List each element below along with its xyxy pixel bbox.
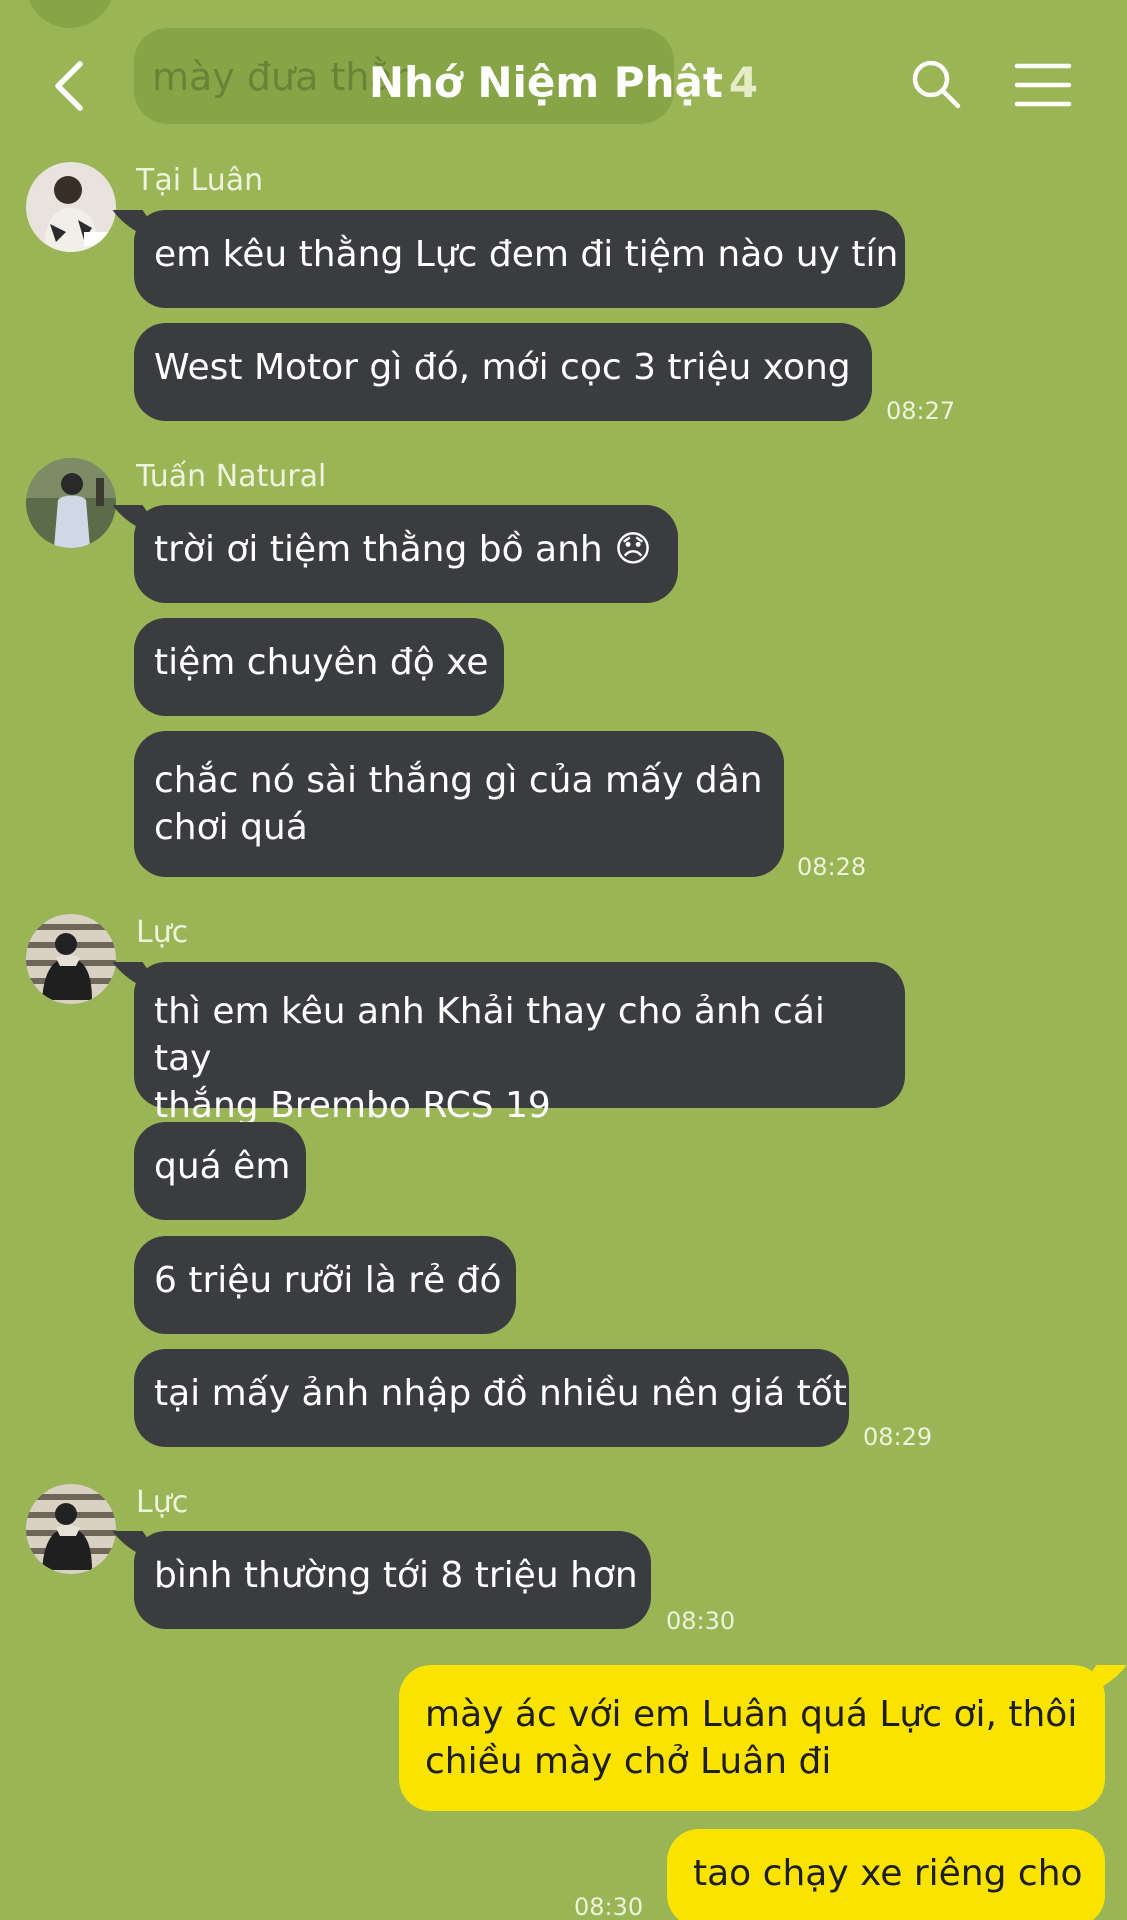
message-bubble[interactable]: chắc nó sài thắng gì của mấy dân chơi qu…: [134, 731, 784, 877]
avatar-tai-luan[interactable]: [26, 162, 116, 252]
message-bubble[interactable]: tiệm chuyên độ xe: [134, 618, 504, 716]
search-icon: [912, 60, 961, 109]
sender-name: Lực: [136, 915, 189, 950]
menu-button[interactable]: [1014, 60, 1072, 110]
message-time: 08:27: [886, 397, 956, 425]
search-button[interactable]: [910, 58, 962, 110]
user-photo-icon: [26, 914, 116, 1004]
hamburger-menu-icon: [1014, 63, 1072, 107]
message-bubble[interactable]: quá êm: [134, 1122, 306, 1220]
message-time: 08:30: [666, 1607, 736, 1635]
message-time: 08:29: [863, 1423, 933, 1451]
chat-screen: mày đưa thằn Nhớ Niệm Phật 4 Tại Luân em…: [0, 0, 1127, 1920]
member-count: 4: [728, 58, 759, 107]
avatar-luc[interactable]: [26, 1484, 116, 1574]
message-bubble[interactable]: bình thường tới 8 triệu hơn: [134, 1531, 651, 1629]
message-time: 08:30: [574, 1893, 644, 1920]
message-bubble[interactable]: tại mấy ảnh nhập đồ nhiều nên giá tốt: [134, 1349, 849, 1447]
message-bubble[interactable]: trời ơi tiệm thằng bồ anh 😞: [134, 505, 678, 603]
group-name: Nhớ Niệm Phật: [368, 58, 723, 107]
message-bubble[interactable]: 6 triệu rưỡi là rẻ đó: [134, 1236, 516, 1334]
message-bubble[interactable]: West Motor gì đó, mới cọc 3 triệu xong: [134, 323, 872, 421]
avatar-luc[interactable]: [26, 914, 116, 1004]
message-bubble[interactable]: em kêu thằng Lực đem đi tiệm nào uy tín: [134, 210, 905, 308]
user-photo-icon: [26, 458, 116, 548]
my-message-bubble[interactable]: mày ác với em Luân quá Lực ơi, thôi chiề…: [399, 1665, 1105, 1811]
avatar-tuan-natural[interactable]: [26, 458, 116, 548]
sender-name: Tuấn Natural: [136, 459, 327, 494]
message-bubble[interactable]: thì em kêu anh Khải thay cho ảnh cái tay…: [134, 962, 905, 1126]
my-message-bubble[interactable]: tao chạy xe riêng cho: [667, 1829, 1105, 1920]
sender-name: Lực: [136, 1485, 189, 1520]
chat-header: Nhớ Niệm Phật 4: [0, 0, 1127, 165]
sender-name: Tại Luân: [136, 163, 264, 198]
user-photo-icon: [26, 162, 116, 252]
user-photo-icon: [26, 1484, 116, 1574]
message-time: 08:28: [797, 853, 867, 881]
